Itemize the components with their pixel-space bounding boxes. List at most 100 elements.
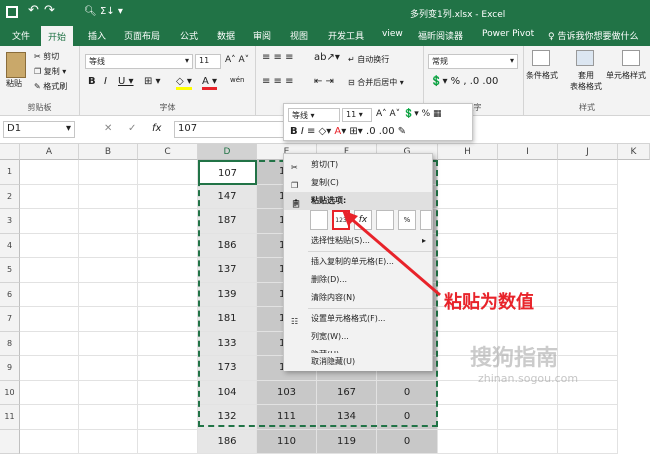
column-header-k[interactable]: K: [618, 144, 650, 160]
save-icon[interactable]: [6, 6, 18, 18]
cell[interactable]: [20, 234, 79, 259]
cell[interactable]: [79, 160, 138, 185]
paste-button[interactable]: 粘贴: [6, 78, 22, 89]
cell[interactable]: [558, 332, 618, 357]
paste-icon[interactable]: [310, 210, 328, 230]
italic-button[interactable]: I: [104, 76, 107, 87]
row-header[interactable]: 4: [0, 234, 20, 259]
conditional-format-button[interactable]: 条件格式: [526, 70, 558, 81]
cell[interactable]: [498, 209, 558, 234]
cell[interactable]: [438, 185, 498, 210]
currency-icon[interactable]: 💲▾ % , .0 .00: [430, 76, 498, 87]
cell[interactable]: [138, 430, 198, 454]
cell[interactable]: [79, 332, 138, 357]
tab-review[interactable]: 审阅: [253, 29, 271, 42]
cell[interactable]: [438, 405, 498, 430]
cell[interactable]: [138, 283, 198, 308]
merge-center-button[interactable]: ⊟ 合并后居中 ▾: [348, 77, 404, 88]
mini-size-select[interactable]: 11 ▾: [342, 108, 372, 122]
mini-format-icons[interactable]: B I ≡ ◇▾ A▾ ⊞▾ .0 .00 ✎: [290, 126, 406, 137]
row-header[interactable]: 9: [0, 356, 20, 381]
cell[interactable]: [498, 185, 558, 210]
column-header-d[interactable]: D: [198, 144, 257, 160]
orientation-icon[interactable]: ab↗▾: [314, 52, 340, 63]
row-header[interactable]: 2: [0, 185, 20, 210]
cell[interactable]: 0: [377, 430, 438, 454]
cell[interactable]: [558, 283, 618, 308]
cell[interactable]: [20, 283, 79, 308]
menu-item-copy[interactable]: ❐复制(C): [284, 174, 432, 192]
cell[interactable]: 186: [198, 430, 257, 454]
cell[interactable]: [138, 209, 198, 234]
cell[interactable]: [558, 405, 618, 430]
cell[interactable]: 110: [257, 430, 317, 454]
redo-icon[interactable]: ↷: [44, 3, 55, 18]
font-color-icon[interactable]: A ▾: [202, 76, 217, 90]
cell[interactable]: [498, 258, 558, 283]
cell[interactable]: [79, 234, 138, 259]
column-header-h[interactable]: H: [438, 144, 498, 160]
tab-file[interactable]: 文件: [12, 29, 30, 42]
cell[interactable]: [20, 405, 79, 430]
align-left-icon[interactable]: ≡ ≡ ≡: [262, 76, 294, 87]
cell[interactable]: [138, 405, 198, 430]
cancel-icon[interactable]: ✕: [104, 123, 112, 134]
column-header-i[interactable]: I: [498, 144, 558, 160]
row-header[interactable]: 7: [0, 307, 20, 332]
menu-item-cut[interactable]: ✂剪切(T): [284, 156, 432, 174]
cell[interactable]: [20, 430, 79, 454]
cell[interactable]: [79, 307, 138, 332]
underline-button[interactable]: U ▾: [118, 76, 134, 87]
cell[interactable]: [20, 209, 79, 234]
tab-developer[interactable]: 开发工具: [328, 29, 364, 42]
cell[interactable]: [79, 283, 138, 308]
cell[interactable]: [558, 209, 618, 234]
formula-input[interactable]: 107: [174, 121, 284, 138]
cell[interactable]: [558, 160, 618, 185]
tab-page-layout[interactable]: 页面布局: [124, 29, 160, 42]
cell[interactable]: [138, 381, 198, 406]
cell[interactable]: [79, 258, 138, 283]
row-header[interactable]: 5: [0, 258, 20, 283]
tab-home[interactable]: 开始: [41, 26, 73, 46]
cell[interactable]: [498, 405, 558, 430]
border-icon[interactable]: ⊞ ▾: [144, 76, 161, 87]
align-top-icon[interactable]: ≡ ≡ ≡: [262, 52, 294, 63]
phonetic-icon[interactable]: wén: [230, 76, 244, 84]
cell[interactable]: [138, 307, 198, 332]
cell[interactable]: [558, 430, 618, 454]
tab-formulas[interactable]: 公式: [180, 29, 198, 42]
row-header[interactable]: [0, 430, 20, 454]
cell[interactable]: 119: [317, 430, 377, 454]
cell[interactable]: [79, 405, 138, 430]
undo-icon[interactable]: ↶: [28, 3, 39, 18]
insert-function-icon[interactable]: fx: [152, 123, 161, 134]
tab-view[interactable]: 视图: [290, 29, 308, 42]
cell[interactable]: [438, 430, 498, 454]
cell[interactable]: [138, 234, 198, 259]
cell[interactable]: [138, 185, 198, 210]
cell[interactable]: [138, 160, 198, 185]
font-name-select[interactable]: 等线▾: [85, 54, 193, 69]
cell[interactable]: [558, 234, 618, 259]
wrap-text-button[interactable]: ↵ 自动换行: [348, 54, 389, 65]
cell[interactable]: [79, 381, 138, 406]
row-header[interactable]: 10: [0, 381, 20, 406]
cell-style-button[interactable]: 单元格样式: [606, 70, 646, 81]
fill-color-icon[interactable]: ◇ ▾: [176, 76, 192, 90]
format-as-table-button[interactable]: 套用 表格格式: [570, 70, 602, 92]
tab-view-en[interactable]: view: [382, 29, 403, 39]
enter-icon[interactable]: ✓: [128, 123, 136, 134]
cell[interactable]: [20, 332, 79, 357]
cell[interactable]: [79, 356, 138, 381]
cell[interactable]: [558, 185, 618, 210]
select-all-corner[interactable]: [0, 144, 20, 160]
column-header-c[interactable]: C: [138, 144, 198, 160]
cell[interactable]: [20, 160, 79, 185]
cell[interactable]: [79, 209, 138, 234]
cut-button[interactable]: ✂ 剪切: [34, 51, 59, 62]
menu-item-col-width[interactable]: 列宽(W)...: [284, 328, 432, 346]
copy-button[interactable]: ❐ 复制 ▾: [34, 66, 66, 77]
cell[interactable]: [20, 258, 79, 283]
format-painter-button[interactable]: ✎ 格式刷: [34, 81, 67, 92]
